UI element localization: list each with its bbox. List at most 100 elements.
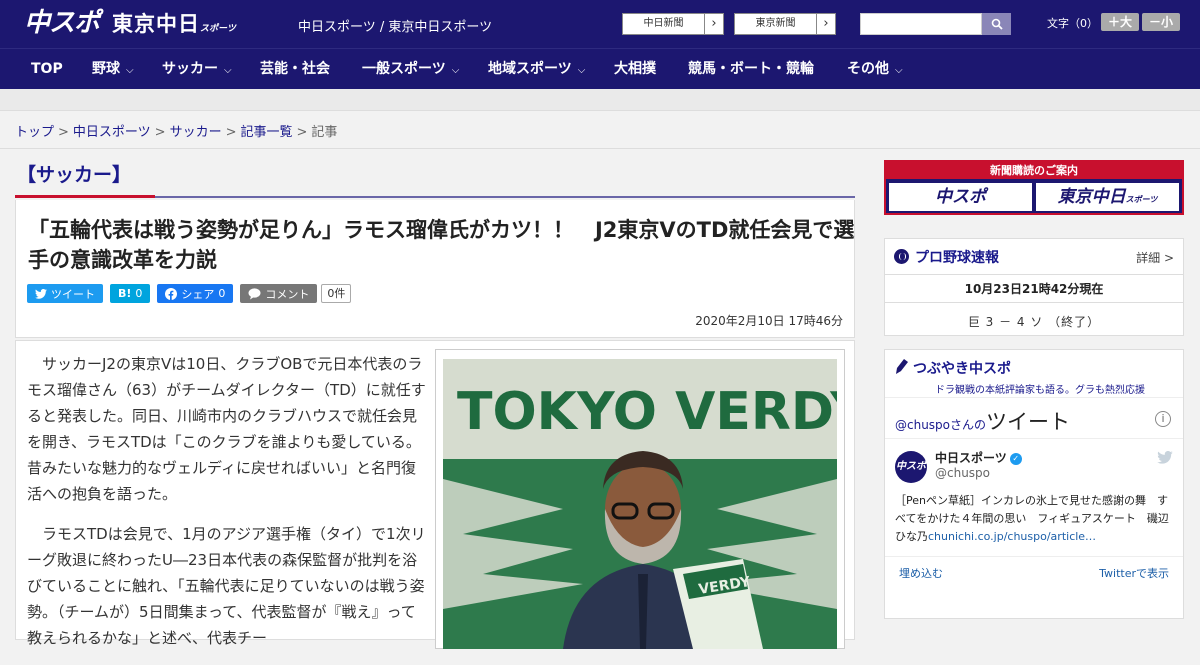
baseball-score-widget: プロ野球速報 詳細 > 10月23日21時42分現在 巨 3 － 4 ソ （終了… <box>884 238 1184 336</box>
nav-label: サッカー <box>162 61 218 77</box>
chuspo-logo: 中スポ <box>889 183 1032 211</box>
nav-label: 地域スポーツ <box>488 61 572 77</box>
divider <box>15 195 155 198</box>
divider <box>0 148 1200 149</box>
nav-label: その他 <box>847 61 889 77</box>
score-timestamp: 10月23日21時42分現在 <box>885 275 1183 303</box>
breadcrumb-soccer[interactable]: サッカー <box>170 125 222 140</box>
account-link[interactable]: @chuspo <box>895 418 950 432</box>
chuspo-logo[interactable]: 中スポ <box>24 8 100 38</box>
facebook-icon <box>165 287 178 300</box>
search-icon <box>991 18 1003 30</box>
timeline-label: ツイート <box>986 410 1071 434</box>
nav-sumo[interactable]: 大相撲 <box>614 49 656 90</box>
ext-link-label: 中日新聞 <box>623 14 705 34</box>
twitter-widget: つぶやき中スポ ドラ観戦の本紙評論家も語る。グラも熱烈応援 @chuspoさんの… <box>884 349 1184 619</box>
comment-label: コメント <box>265 287 310 301</box>
chevron-down-icon: ⌵ <box>224 65 232 76</box>
info-icon[interactable]: i <box>1155 411 1171 427</box>
search-input[interactable] <box>860 13 982 35</box>
twitter-bird-icon[interactable] <box>1157 451 1173 464</box>
nav-racing[interactable]: 競馬・ボート・競輪 <box>688 49 814 90</box>
view-on-twitter-link[interactable]: Twitterで表示 <box>1099 565 1169 581</box>
twitter-bird-icon <box>35 288 47 299</box>
nav-baseball[interactable]: 野球 ⌵ <box>92 49 134 90</box>
hatena-bookmark-button[interactable]: B! 0 <box>110 284 151 303</box>
comment-count: 0件 <box>321 284 352 303</box>
subscription-logos: 中スポ 東京中日スポーツ <box>886 179 1182 215</box>
embed-link[interactable]: 埋め込む <box>899 565 943 581</box>
nav-soccer[interactable]: サッカー ⌵ <box>162 49 232 90</box>
hatena-count: 0 <box>135 287 143 300</box>
tweet-button[interactable]: ツイート <box>27 284 103 303</box>
account-suffix: さんの <box>950 418 987 432</box>
ext-link-label: 東京新聞 <box>735 14 817 34</box>
chunichi-shimbun-link[interactable]: 中日新聞 › <box>622 13 724 35</box>
share-buttons: ツイート B! 0 シェア 0 コメント 0件 <box>27 284 352 303</box>
nav-general-sports[interactable]: 一般スポーツ ⌵ <box>362 49 459 90</box>
tweet-author: 中日スポーツ ✓ <box>935 449 1173 466</box>
chevron-down-icon: ⌵ <box>126 65 134 76</box>
breadcrumb-separator: > <box>225 125 237 140</box>
search-button[interactable] <box>982 13 1011 35</box>
verified-badge-icon: ✓ <box>1009 452 1022 465</box>
chevron-down-icon: ⌵ <box>895 65 903 76</box>
main-nav: TOP 野球 ⌵ サッカー ⌵ 芸能・社会 一般スポーツ ⌵ 地域スポーツ ⌵ 大相撲 … <box>0 48 1200 89</box>
widget-header: プロ野球速報 詳細 > <box>885 239 1183 275</box>
tokyo-chunichi-logo: 東京中日スポーツ <box>1036 183 1179 211</box>
nav-label: TOP <box>31 61 63 77</box>
widget-header: つぶやき中スポ ドラ観戦の本紙評論家も語る。グラも熱烈応援 <box>885 350 1183 398</box>
article-paragraph: ラモスTDは会見で、1月のアジア選手権（タイ）で1次リーグ敗退に終わったU―23… <box>27 525 426 647</box>
avatar[interactable]: 中スポ <box>895 451 927 483</box>
breadcrumb-separator: > <box>154 125 166 140</box>
tokyo-shimbun-link[interactable]: 東京新聞 › <box>734 13 836 35</box>
nav-local-sports[interactable]: 地域スポーツ ⌵ <box>488 49 585 90</box>
tweet-handle[interactable]: @chuspo <box>935 466 1173 480</box>
baseball-details-link[interactable]: 詳細 > <box>1136 249 1174 266</box>
font-smaller-button[interactable]: －小 <box>1142 13 1180 31</box>
breadcrumb: トップ > 中日スポーツ > サッカー > 記事一覧 > 記事 <box>15 121 337 140</box>
article-photo[interactable]: TOKYO VERDY VERDY <box>443 359 837 649</box>
breadcrumb-current: 記事 <box>311 125 338 140</box>
facebook-label: シェア <box>181 287 215 301</box>
article-header: 「五輪代表は戦う姿勢が足りん」ラモス瑠偉氏がカツ！！ J2東京VのTD就任会見で… <box>15 200 855 338</box>
tweet-author-name[interactable]: 中日スポーツ <box>935 451 1007 465</box>
tweet[interactable]: 中スポ 中日スポーツ ✓ @chuspo ［Penペン草紙］インカレの氷上で見せた… <box>885 438 1183 556</box>
breadcrumb-chunichi-sports[interactable]: 中日スポーツ <box>73 125 151 140</box>
comment-button[interactable]: コメント <box>240 284 318 303</box>
article-photo-frame: TOKYO VERDY VERDY <box>435 349 845 649</box>
font-larger-button[interactable]: ＋大 <box>1101 13 1139 31</box>
widget-title: プロ野球速報 <box>915 249 999 266</box>
breadcrumb-separator: > <box>296 125 308 140</box>
nav-entertainment[interactable]: 芸能・社会 <box>260 49 330 90</box>
divider <box>155 196 855 198</box>
site-title-link[interactable]: 中日スポーツ / 東京中日スポーツ <box>298 16 492 35</box>
subscription-header: 新聞購読のご案内 <box>886 162 1182 179</box>
nav-top[interactable]: TOP <box>31 49 63 90</box>
ad-band <box>0 89 1200 111</box>
font-size-label: 文字（0） <box>1047 17 1098 30</box>
widget-footer: 埋め込む Twitterで表示 <box>885 556 1183 589</box>
nav-other[interactable]: その他 ⌵ <box>847 49 903 90</box>
facebook-count: 0 <box>218 287 226 300</box>
article-paragraph: サッカーJ2の東京Vは10日、クラブOBで元日本代表のラモス瑠偉さん（63）がチ… <box>27 355 426 503</box>
nav-label: 競馬・ボート・競輪 <box>688 61 814 77</box>
chevron-right-icon: › <box>823 16 829 31</box>
baseball-icon <box>894 249 909 264</box>
chevron-down-icon: ⌵ <box>451 65 460 76</box>
photo-illustration: TOKYO VERDY VERDY <box>443 359 837 649</box>
subscription-banner[interactable]: 新聞購読のご案内 中スポ 東京中日スポーツ <box>884 160 1184 215</box>
facebook-share-button[interactable]: シェア 0 <box>157 284 234 303</box>
chevron-down-icon: ⌵ <box>577 65 586 76</box>
game-score[interactable]: 巨 3 － 4 ソ （終了） <box>885 303 1183 340</box>
tweet-link[interactable]: chunichi.co.jp/chuspo/article… <box>928 530 1096 543</box>
tweet-label: ツイート <box>51 287 95 301</box>
article-text: サッカーJ2の東京Vは10日、クラブOBで元日本代表のラモス瑠偉さん（63）がチ… <box>27 351 427 665</box>
widget-subtitle: ドラ観戦の本紙評論家も語る。グラも熱烈応援 <box>935 385 1145 396</box>
tweet-text: ［Penペン草紙］インカレの氷上で見せた感謝の舞 すべてをかけた４年間の思い フ… <box>895 492 1173 546</box>
breadcrumb-article-list[interactable]: 記事一覧 <box>241 125 293 140</box>
sub-logo-small: スポーツ <box>1125 195 1158 204</box>
breadcrumb-top[interactable]: トップ <box>15 125 54 140</box>
tokyo-chunichi-logo[interactable]: 東京中日スポーツ <box>112 10 236 38</box>
pen-icon <box>896 359 908 374</box>
